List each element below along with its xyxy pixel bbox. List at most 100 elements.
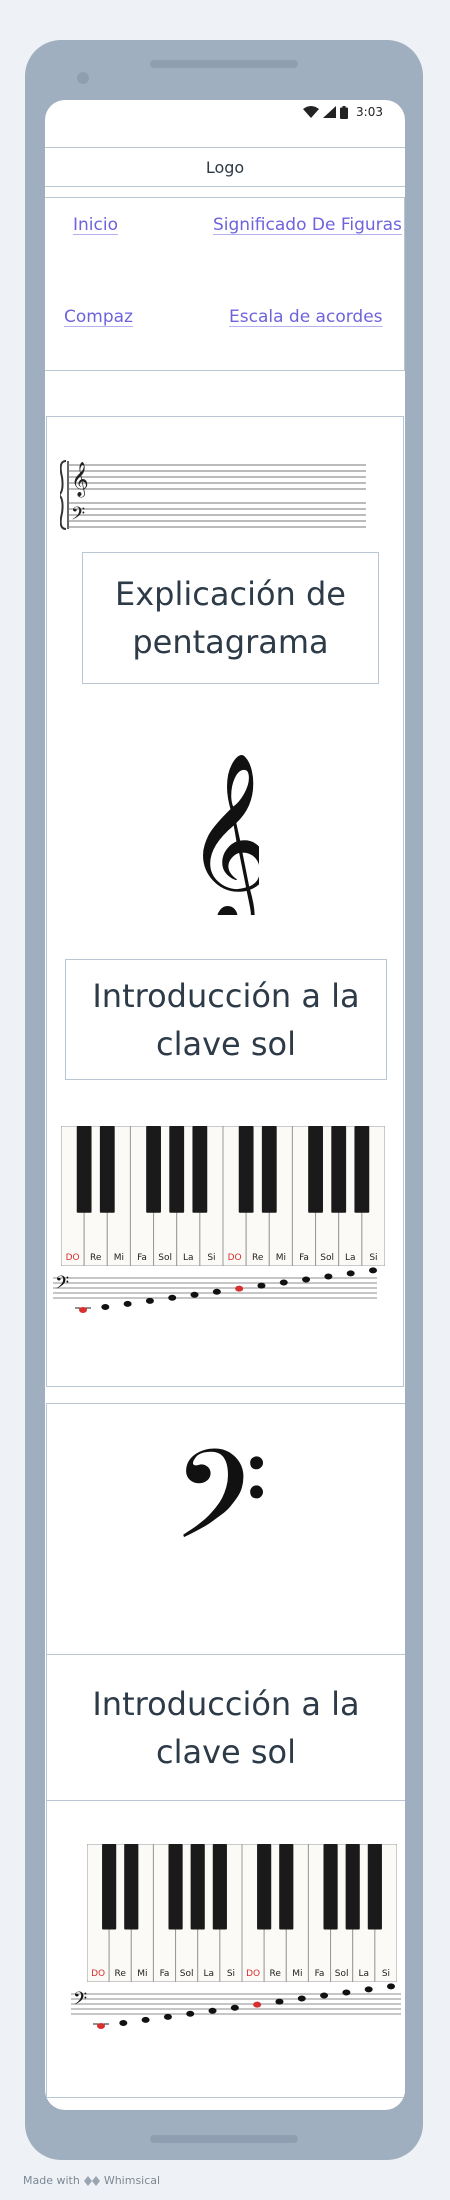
bass-clef-icon: 𝄢 xyxy=(177,1444,268,1594)
key-label: La xyxy=(183,1253,194,1263)
note-head xyxy=(186,2010,195,2017)
black-key xyxy=(102,1844,117,1930)
key-label: Re xyxy=(252,1253,264,1263)
bass-clef-mini-icon: 𝄢 xyxy=(55,1273,69,1298)
note-head xyxy=(235,1285,244,1292)
note-head xyxy=(163,2013,172,2020)
key-label: Mi xyxy=(276,1253,286,1263)
nav-link-escala-acordes[interactable]: Escala de acordes xyxy=(229,307,383,327)
pentagrama-title-box: Explicación de pentagrama xyxy=(82,552,379,684)
key-label: Sol xyxy=(335,1969,349,1979)
black-key xyxy=(76,1126,92,1213)
nav-link-inicio[interactable]: Inicio xyxy=(73,215,118,235)
note-head xyxy=(320,1992,329,1999)
key-label: DO xyxy=(66,1253,80,1263)
black-key xyxy=(99,1126,115,1213)
black-key xyxy=(169,1126,185,1213)
note-head xyxy=(257,1282,266,1289)
phone-screen: 3:03 Logo Inicio Significado De Figuras … xyxy=(45,100,405,2110)
black-key xyxy=(345,1844,360,1930)
black-key xyxy=(257,1844,272,1930)
note-head xyxy=(230,2004,239,2011)
key-label: Fa xyxy=(299,1253,309,1263)
status-icons: 3:03 xyxy=(303,105,383,119)
note-head xyxy=(369,1267,377,1274)
key-label: Mi xyxy=(292,1969,302,1979)
clave-sol-title: Introducción a la clave sol xyxy=(92,976,360,1063)
svg-text:𝄞: 𝄞 xyxy=(71,462,89,498)
phone-home-bar xyxy=(150,2135,298,2143)
made-with-text: Made with xyxy=(23,2174,80,2187)
phone-camera xyxy=(77,72,89,84)
pentagrama-title: Explicación de pentagrama xyxy=(115,575,346,661)
black-key xyxy=(354,1126,370,1213)
note-head xyxy=(119,2019,128,2026)
clave-fa-title: Introducción a la clave sol xyxy=(92,1684,360,1771)
status-bar: 3:03 xyxy=(45,100,405,124)
key-label: Si xyxy=(227,1969,235,1979)
key-label: DO xyxy=(91,1969,105,1979)
keyboard-image-sol: DO Re Mi Fa Sol La Si DO Re Mi Fa Sol La Si 𝄢 xyxy=(53,1126,385,1323)
key-label: Si xyxy=(207,1253,215,1263)
svg-text:𝄢: 𝄢 xyxy=(177,1444,268,1594)
whimsical-brand-text: Whimsical xyxy=(103,2174,161,2187)
note-head xyxy=(208,2007,217,2014)
note-head xyxy=(190,1291,199,1298)
bass-staff-notes-icon: 𝄢 xyxy=(71,1983,401,2029)
note-head xyxy=(275,1998,284,2005)
black-key xyxy=(367,1844,382,1930)
wifi-icon xyxy=(303,106,320,118)
note-head xyxy=(253,2001,262,2008)
key-label: DO xyxy=(246,1969,260,1979)
svg-text:𝄢: 𝄢 xyxy=(71,504,85,529)
note-head xyxy=(364,1986,373,1993)
black-key xyxy=(212,1844,227,1930)
bass-staff-notes-icon: 𝄢 xyxy=(53,1267,377,1313)
note-head xyxy=(101,1303,110,1310)
phone-speaker xyxy=(150,60,298,68)
treble-clef-icon: 𝄞 xyxy=(193,755,259,915)
whimsical-footer: Made with Whimsical xyxy=(23,2174,160,2187)
note-head xyxy=(342,1989,351,1996)
key-label: Mi xyxy=(114,1253,124,1263)
nav-link-compaz[interactable]: Compaz xyxy=(64,307,133,327)
bass-clef-mini-icon: 𝄢 xyxy=(73,1989,87,2014)
note-head xyxy=(141,2016,150,2023)
black-key xyxy=(168,1844,183,1930)
grand-staff-image: 𝄞 𝄢 xyxy=(60,460,366,530)
key-label: Sol xyxy=(158,1253,172,1263)
key-label: Mi xyxy=(137,1969,147,1979)
black-key xyxy=(279,1844,294,1930)
pentagrama-card: 𝄞 𝄢 Explicación de pentagrama xyxy=(46,416,404,730)
key-label: Fa xyxy=(160,1969,170,1979)
key-label: La xyxy=(204,1969,215,1979)
note-head xyxy=(145,1297,154,1304)
signal-icon xyxy=(323,106,337,118)
piano-keyboard-icon: DO Re Mi Fa Sol La Si DO Re Mi Fa Sol La Si xyxy=(61,1126,385,1266)
black-key xyxy=(261,1126,277,1213)
note-head xyxy=(79,1307,87,1313)
nav-menu: Inicio Significado De Figuras Compaz Esc… xyxy=(45,197,405,371)
black-key xyxy=(331,1126,347,1213)
key-label: Si xyxy=(369,1253,377,1263)
note-head xyxy=(297,1995,306,2002)
piano-keyboard-icon: DO Re Mi Fa Sol La Si DO Re Mi Fa Sol La Si xyxy=(87,1844,397,1982)
nav-link-significado-figuras[interactable]: Significado De Figuras xyxy=(213,215,402,235)
whimsical-logo-icon xyxy=(83,2175,100,2186)
app-header: Logo xyxy=(45,147,405,187)
clave-sol-title-box: Introducción a la clave sol xyxy=(65,959,387,1080)
key-label: Re xyxy=(115,1969,127,1979)
note-head xyxy=(168,1294,177,1301)
key-label: Fa xyxy=(137,1253,147,1263)
key-label: Si xyxy=(382,1969,390,1979)
key-label: DO xyxy=(228,1253,242,1263)
note-head xyxy=(212,1288,221,1295)
note-head xyxy=(387,1983,395,1990)
note-head xyxy=(279,1279,288,1286)
key-label: Fa xyxy=(315,1969,325,1979)
note-head xyxy=(97,2023,105,2029)
black-key xyxy=(124,1844,139,1930)
svg-text:𝄞: 𝄞 xyxy=(193,755,259,915)
black-key xyxy=(146,1126,161,1213)
black-key xyxy=(238,1126,254,1213)
